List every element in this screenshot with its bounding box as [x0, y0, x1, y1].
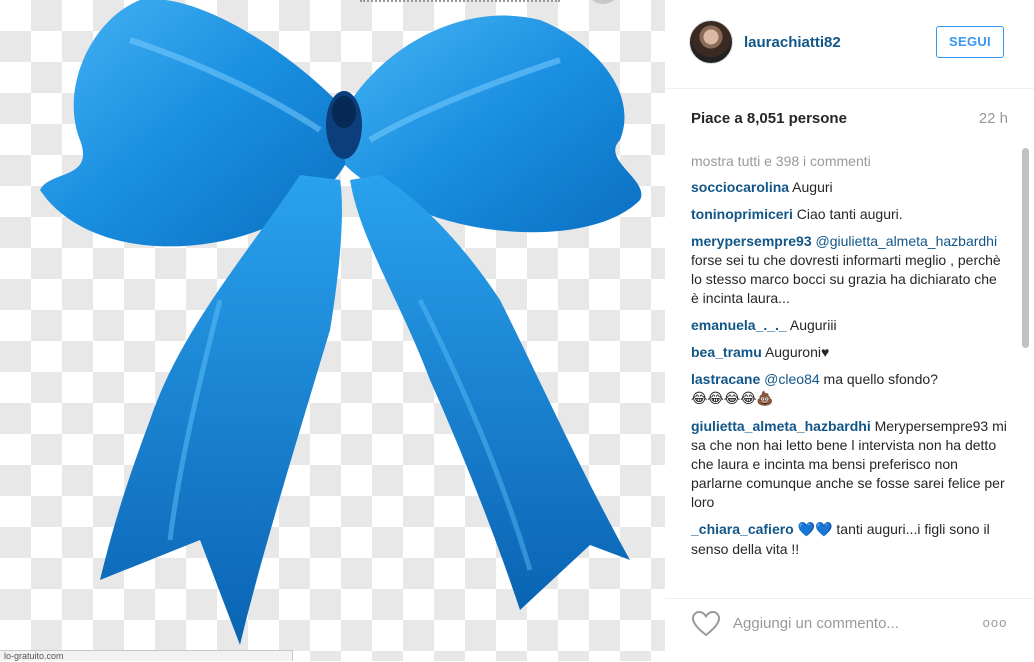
- comment-user[interactable]: socciocarolina: [691, 179, 789, 195]
- status-bar-url: lo-gratuito.com: [0, 650, 293, 661]
- comment-text: Ciao tanti auguri.: [796, 206, 903, 222]
- post-image[interactable]: lo-gratuito.com: [0, 0, 665, 661]
- comment-user[interactable]: bea_tramu: [691, 344, 762, 360]
- comment-item: toninoprimiceri Ciao tanti auguri.: [691, 205, 1007, 224]
- follow-button[interactable]: SEGUI: [936, 26, 1004, 58]
- comment-text: Auguriii: [789, 317, 837, 333]
- more-options-icon[interactable]: ooo: [981, 616, 1009, 629]
- comment-user[interactable]: merypersempre93: [691, 233, 812, 249]
- heart-outline-icon[interactable]: [691, 610, 721, 638]
- comment-user[interactable]: lastracane: [691, 371, 760, 387]
- comment-text: Auguroni♥: [764, 344, 830, 360]
- likes-count[interactable]: Piace a 8,051 persone: [691, 110, 847, 127]
- comment-text: forse sei tu che dovresti informarti meg…: [691, 252, 1001, 306]
- username-link[interactable]: laurachiatti82: [744, 34, 841, 51]
- comment-user[interactable]: toninoprimiceri: [691, 206, 793, 222]
- comment-item: _chiara_cafiero 💙💙 tanti auguri...i figl…: [691, 520, 1007, 559]
- comment-emoji: 😂😂😂😂💩: [691, 391, 774, 407]
- post-footer: ooo: [665, 598, 1034, 662]
- post-header: laurachiatti82 SEGUI: [665, 0, 1034, 89]
- comment-text: Auguri: [792, 179, 833, 195]
- comment-emoji: 💙💙: [797, 522, 833, 538]
- avatar[interactable]: [689, 20, 733, 64]
- post-time[interactable]: 22 h: [979, 110, 1008, 127]
- post-sidebar: laurachiatti82 SEGUI Piace a 8,051 perso…: [665, 0, 1034, 661]
- comment-mention[interactable]: @cleo84: [764, 371, 819, 387]
- view-all-comments-link[interactable]: mostra tutti e 398 i commenti: [691, 152, 1007, 171]
- comment-item: giulietta_almeta_hazbardhi Merypersempre…: [691, 417, 1007, 512]
- comment-item: socciocarolina Auguri: [691, 178, 1007, 197]
- comment-user[interactable]: _chiara_cafiero: [691, 521, 794, 537]
- comment-user[interactable]: giulietta_almeta_hazbardhi: [691, 418, 871, 434]
- comment-mention[interactable]: @giulietta_almeta_hazbardhi: [816, 233, 998, 249]
- comment-item: merypersempre93 @giulietta_almeta_hazbar…: [691, 232, 1007, 308]
- ribbon-bow-icon: [40, 0, 642, 645]
- comment-user[interactable]: emanuela_._._: [691, 317, 787, 333]
- add-comment-input[interactable]: [733, 615, 953, 632]
- comment-item: lastracane @cleo84 ma quello sfondo? 😂😂😂…: [691, 370, 1007, 409]
- comments-scrollbar[interactable]: [1022, 148, 1029, 348]
- comments-list: mostra tutti e 398 i commenti socciocaro…: [691, 150, 1007, 597]
- comment-text: ma quello sfondo?: [823, 371, 938, 387]
- comment-item: emanuela_._._ Auguriii: [691, 316, 1007, 335]
- comment-item: bea_tramu Auguroni♥: [691, 343, 1007, 362]
- likes-row: Piace a 8,051 persone 22 h: [691, 108, 1008, 130]
